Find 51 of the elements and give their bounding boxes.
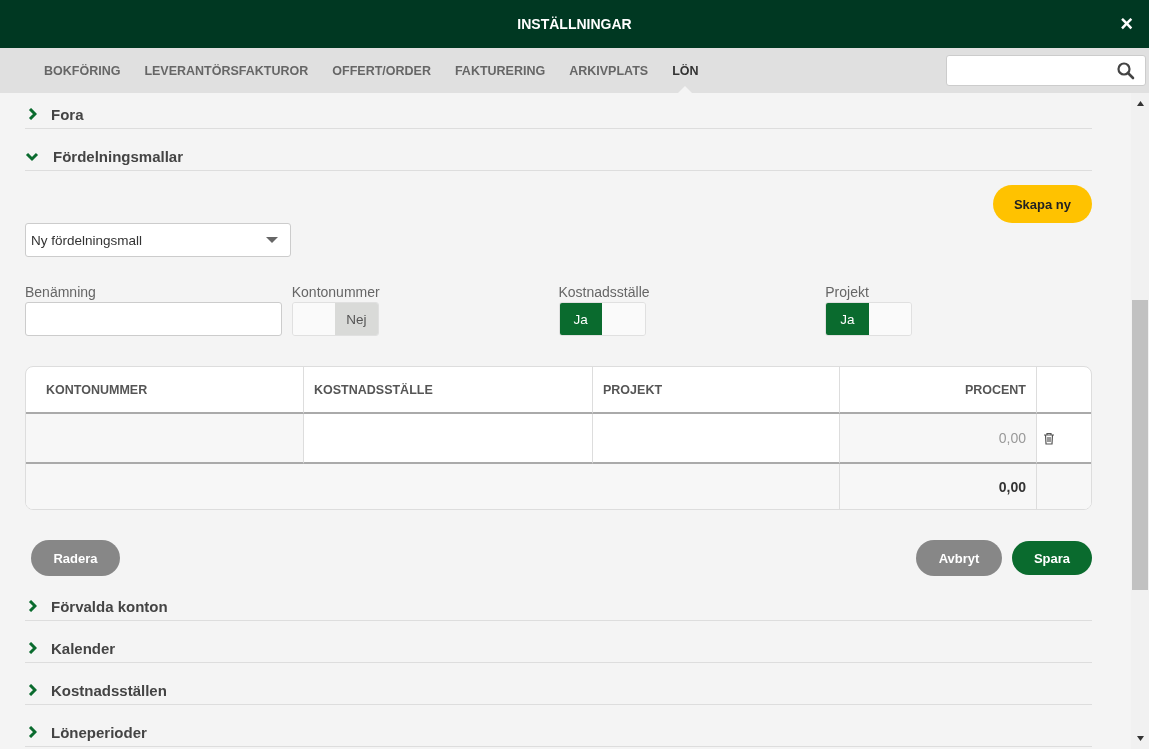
search-icon: [1117, 61, 1135, 80]
close-button[interactable]: ×: [1116, 13, 1137, 35]
chevron-down-icon: [25, 150, 39, 162]
total-cell: 0,00: [839, 464, 1036, 509]
trash-icon[interactable]: [1043, 431, 1055, 445]
window-title: INSTÄLLNINGAR: [517, 16, 632, 32]
delete-button[interactable]: Radera: [31, 540, 120, 576]
chevron-right-icon: [27, 684, 37, 696]
tab[interactable]: BOKFÖRING: [32, 48, 133, 93]
scroll-down-icon: [1135, 735, 1145, 742]
template-dropdown[interactable]: Ny fördelningsmall: [25, 223, 291, 257]
field-label: Projekt: [825, 284, 870, 300]
section-header[interactable]: Kostnadsställen: [25, 676, 1092, 705]
toggle-switch[interactable]: Ja: [558, 302, 646, 336]
section-title: Förvalda konton: [51, 597, 168, 615]
section-header[interactable]: Fora: [25, 100, 1092, 129]
section-header[interactable]: Förvalda konton: [25, 592, 1092, 621]
column-header: PROJEKT: [592, 367, 839, 414]
field-label: Kostnadsställe: [558, 284, 651, 300]
tab[interactable]: LEVERANTÖRSFAKTUROR: [132, 48, 321, 93]
dropdown-caret-icon: [266, 237, 278, 243]
text-input[interactable]: [25, 302, 282, 336]
chevron-right-icon: [27, 642, 37, 654]
tab[interactable]: OFFERT/ORDER: [320, 48, 443, 93]
section-title: Fördelningsmallar: [53, 147, 184, 165]
chevron-right-icon: [27, 600, 37, 612]
toggle-switch[interactable]: Nej: [291, 302, 379, 336]
section-title: Fora: [51, 105, 84, 123]
cancel-button[interactable]: Avbryt: [916, 540, 1002, 576]
create-new-button[interactable]: Skapa ny: [993, 185, 1092, 223]
chevron-right-icon: [27, 108, 37, 120]
field-label: Benämning: [25, 284, 97, 300]
tab[interactable]: FAKTURERING: [442, 48, 558, 93]
section-header[interactable]: Löneperioder: [25, 718, 1092, 747]
toggle-switch[interactable]: Ja: [825, 302, 913, 336]
table-cell: 0,00: [839, 414, 1036, 464]
scroll-up-icon: [1135, 100, 1145, 107]
tab[interactable]: ARKIVPLATS: [557, 48, 661, 93]
save-button[interactable]: Spara: [1012, 541, 1092, 575]
section-header[interactable]: Fördelningsmallar: [25, 142, 1092, 171]
section-title: Kalender: [51, 639, 116, 657]
search-field[interactable]: [946, 55, 1146, 86]
tab[interactable]: LÖN: [660, 48, 711, 93]
section-title: Löneperioder: [51, 723, 147, 741]
section-header[interactable]: Kalender: [25, 634, 1092, 663]
field-label: Kontonummer: [291, 284, 381, 300]
table-cell[interactable]: [26, 414, 303, 464]
column-header: KOSTNADSSTÄLLE: [303, 367, 592, 414]
chevron-right-icon: [27, 726, 37, 738]
section-title: Kostnadsställen: [51, 681, 167, 699]
scrollbar-thumb[interactable]: [1132, 300, 1148, 590]
